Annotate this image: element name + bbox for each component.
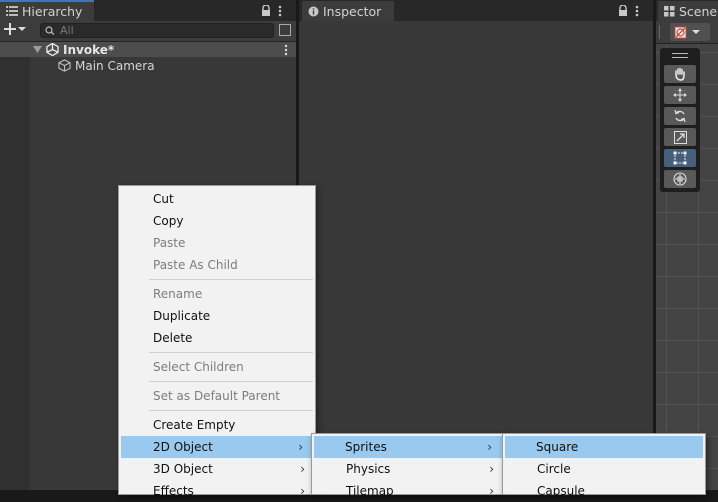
active-tab-indicator: [0, 0, 94, 2]
menu-item-label: Effects: [153, 484, 194, 498]
transform-tool-strip: [660, 48, 700, 192]
submenu-arrow-icon: ›: [489, 484, 494, 498]
move-tool-button[interactable]: [664, 86, 696, 104]
menu-item-sprites[interactable]: Sprites ›: [314, 436, 502, 458]
submenu-arrow-icon: ›: [489, 462, 494, 476]
hierarchy-tab-bar: Hierarchy: [0, 0, 296, 21]
scene-panel: Scene: [656, 0, 718, 490]
tab-hierarchy-label: Hierarchy: [22, 3, 83, 19]
tab-inspector[interactable]: Inspector: [302, 1, 394, 21]
submenu-arrow-icon: ›: [300, 462, 305, 476]
menu-item-duplicate[interactable]: Duplicate: [119, 305, 315, 327]
submenu-arrow-icon: ›: [300, 484, 305, 498]
unity-scene-icon: [46, 43, 59, 56]
rotate-icon: [673, 109, 687, 123]
menu-separator: [149, 381, 313, 382]
search-placeholder: All: [60, 24, 74, 37]
menu-item-label: Tilemap: [346, 484, 394, 498]
hand-tool-button[interactable]: [664, 65, 696, 83]
toolbar-separator: [659, 25, 660, 39]
menu-separator: [149, 352, 313, 353]
gizmo-dropdown-button[interactable]: [670, 23, 710, 41]
transform-tool-button[interactable]: [664, 170, 696, 188]
submenu-arrow-icon: ›: [298, 440, 303, 454]
submenu-arrow-icon: ›: [487, 440, 492, 454]
lock-icon[interactable]: [261, 5, 271, 17]
menu-item-label: 2D Object: [153, 440, 213, 454]
search-field[interactable]: All: [40, 23, 274, 38]
scene-name: Invoke*: [63, 42, 115, 57]
menu-item-paste: Paste: [153, 236, 186, 250]
scene-more-icon[interactable]: [284, 44, 288, 56]
menu-item-select-children: Select Children: [153, 360, 244, 374]
info-icon: [308, 6, 319, 17]
inspector-tab-bar: Inspector: [299, 0, 653, 21]
scene-tab-bar: Scene: [656, 0, 718, 21]
rect-transform-icon: [673, 151, 687, 165]
hierarchy-tab-tools: [261, 2, 282, 20]
scale-tool-button[interactable]: [664, 128, 696, 146]
tab-inspector-label: Inspector: [323, 3, 382, 19]
search-icon: [45, 26, 56, 35]
tab-hierarchy[interactable]: Hierarchy: [0, 0, 94, 21]
tab-scene[interactable]: Scene: [658, 1, 718, 21]
rotate-tool-button[interactable]: [664, 107, 696, 125]
hierarchy-list-icon: [6, 6, 18, 16]
menu-item-circle[interactable]: Circle: [503, 458, 705, 480]
menu-item-effects[interactable]: Effects ›: [119, 480, 315, 502]
gameobject-label: Main Camera: [75, 58, 155, 73]
rect-tool-button[interactable]: [664, 149, 696, 167]
more-options-icon[interactable]: [278, 5, 282, 17]
transform-gizmo-icon: [673, 172, 687, 186]
menu-item-tilemap[interactable]: Tilemap ›: [312, 480, 504, 502]
hierarchy-toolbar: All: [0, 21, 296, 42]
chevron-down-icon: [18, 26, 26, 32]
menu-item-physics[interactable]: Physics ›: [312, 458, 504, 480]
inspector-tab-tools: [618, 2, 639, 20]
submenu-2d-object: Sprites › Physics › Tilemap ›: [311, 433, 505, 498]
menu-item-paste-as-child: Paste As Child: [153, 258, 238, 272]
more-options-icon[interactable]: [635, 5, 639, 17]
menu-item-copy[interactable]: Copy: [119, 210, 315, 232]
menu-item-2d-object[interactable]: 2D Object ›: [121, 436, 313, 458]
chevron-down-icon: [692, 29, 700, 35]
no-gizmo-icon: [674, 26, 687, 39]
expand-arrow-icon[interactable]: [33, 45, 42, 54]
list-item[interactable]: Main Camera: [58, 58, 155, 73]
gameobject-cube-icon: [58, 59, 71, 72]
submenu-sprites: Square Circle Capsule: [502, 433, 706, 498]
menu-item-create-empty[interactable]: Create Empty: [119, 414, 315, 436]
inspector-panel: Inspector: [299, 0, 653, 490]
grid-icon: [664, 5, 675, 17]
menu-item-square[interactable]: Square: [505, 436, 703, 458]
lock-icon[interactable]: [618, 5, 628, 17]
menu-separator: [149, 279, 313, 280]
create-dropdown-button[interactable]: [4, 23, 26, 35]
menu-item-rename: Rename: [153, 287, 203, 301]
menu-separator: [149, 410, 313, 411]
menu-item-capsule[interactable]: Capsule: [503, 480, 705, 502]
menu-item-cut[interactable]: Cut: [119, 188, 315, 210]
menu-item-label: Physics: [346, 462, 391, 476]
hierarchy-gutter: [0, 57, 30, 490]
scene-toolbar: [656, 21, 718, 44]
menu-item-label: Sprites: [345, 440, 387, 454]
scale-icon: [673, 130, 687, 144]
menu-item-3d-object[interactable]: 3D Object ›: [119, 458, 315, 480]
menu-item-delete[interactable]: Delete: [119, 327, 315, 349]
drag-handle-icon[interactable]: [672, 53, 688, 58]
context-menu: Cut Copy Paste Paste As Child Rename Dup…: [118, 185, 316, 498]
menu-item-label: 3D Object: [153, 462, 213, 476]
scene-row[interactable]: Invoke*: [0, 42, 296, 57]
hand-icon: [673, 67, 687, 81]
search-options-icon[interactable]: [279, 24, 291, 36]
menu-item-set-default-parent: Set as Default Parent: [153, 389, 281, 403]
move-arrows-icon: [673, 88, 687, 102]
tab-scene-label: Scene: [679, 3, 718, 19]
plus-icon: [4, 23, 16, 35]
